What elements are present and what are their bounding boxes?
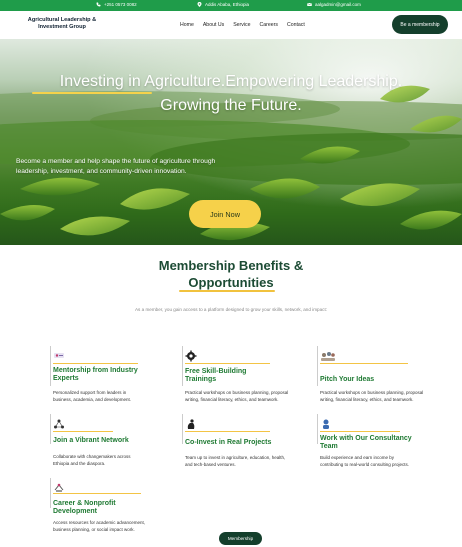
email-icon <box>307 2 312 7</box>
benefit-card-training[interactable]: Free Skill-Building Trainings Practical … <box>185 349 305 409</box>
card-desc-line-2: and tech-based ventures. <box>185 461 236 467</box>
card-title: Join a Vibrant Network <box>53 437 129 444</box>
card-title: Career & Nonprofit Development <box>53 500 116 515</box>
card-title-line-2: Experts <box>53 374 79 382</box>
card-desc-line-2: Ethiopia and the diaspora. <box>53 460 106 466</box>
card-description: Collaborate with changemakers across Eth… <box>53 454 131 467</box>
location-text: Addis Ababa, Ethiopia <box>205 2 250 7</box>
network-icon <box>53 417 65 429</box>
nav-item-contact[interactable]: Contact <box>287 22 305 28</box>
benefit-card-network[interactable]: Join a Vibrant Network Collaborate with … <box>53 417 153 467</box>
benefit-card-invest[interactable]: Co-Invest in Real Projects Team up to in… <box>185 417 305 467</box>
hero-title: Investing in Agriculture.Empowering Lead… <box>0 70 462 118</box>
card-desc-line-2: contributing to real-world consulting pr… <box>320 461 410 467</box>
card-desc-line-2: writing, financial literacy, ethics, and… <box>185 396 279 402</box>
card-desc-line-2: writing, financial literacy, ethics, and… <box>320 396 414 402</box>
section-title-underline <box>179 290 275 292</box>
card-description: Build experience and earn income by cont… <box>320 455 409 468</box>
benefit-card-mentorship[interactable]: Mentorship from Industry Experts Persona… <box>53 349 153 409</box>
card-title-line-2: Development <box>53 507 97 515</box>
card-description: Practical workshops on business planning… <box>320 390 423 403</box>
card-title: Mentorship from Industry Experts <box>53 367 138 382</box>
membership-button[interactable]: Membership <box>219 532 262 545</box>
card-accent-line <box>53 493 141 494</box>
card-title-line-1: Work with Our Consultancy <box>320 435 412 442</box>
card-desc-line-1: Access resources for academic advancemen… <box>53 520 146 525</box>
card-title: Free Skill-Building Trainings <box>185 368 246 383</box>
hero-title-line-1: Investing in Agriculture.Empowering Lead… <box>59 73 403 90</box>
card-accent-line <box>320 431 400 432</box>
logo-line-1: Agricultural Leadership & <box>27 17 97 23</box>
card-desc-line-1: Collaborate with changemakers across <box>53 454 131 459</box>
nav-item-about[interactable]: About Us <box>203 22 224 28</box>
card-desc-line-1: Personalized support from leaders in <box>53 390 127 395</box>
card-title-line-2: Trainings <box>185 375 217 383</box>
pitch-icon <box>320 349 336 361</box>
phone-contact[interactable]: +251 0573 0082 <box>96 2 137 7</box>
card-divider <box>182 414 183 444</box>
card-desc-line-1: Team up to invest in agriculture, educat… <box>185 455 286 460</box>
logo-line-2: Investment Group <box>38 24 86 30</box>
section-title-line-1: Membership Benefits & <box>158 258 304 273</box>
card-divider <box>50 478 51 508</box>
card-accent-line <box>185 363 270 364</box>
card-divider <box>50 414 51 444</box>
main-navbar: Agricultural Leadership & Investment Gro… <box>0 11 462 39</box>
location-pin-icon <box>197 2 202 7</box>
card-title-line-2: Team <box>320 442 338 450</box>
join-now-button[interactable]: Join Now <box>189 200 261 228</box>
nav-item-home[interactable]: Home <box>180 22 194 28</box>
card-divider <box>317 414 318 444</box>
nav-item-service[interactable]: Service <box>233 22 250 28</box>
phone-text: +251 0573 0082 <box>104 2 137 7</box>
mentorship-icon <box>53 349 65 361</box>
card-title: Pitch Your Ideas <box>320 376 375 383</box>
nav-menu: Home About Us Service Careers Contact <box>180 22 305 28</box>
training-gear-icon <box>185 349 197 362</box>
hero-subtitle-line-1: Become a member and help shape the futur… <box>16 158 216 165</box>
card-accent-line <box>53 431 113 432</box>
card-title-line-1: Free Skill-Building <box>185 368 247 375</box>
hero-section: Investing in Agriculture.Empowering Lead… <box>0 39 462 245</box>
card-description: Practical workshops on business planning… <box>185 390 288 403</box>
card-divider <box>50 346 51 386</box>
section-title: Membership Benefits & Opportunities <box>0 257 462 291</box>
section-title-line-2: Opportunities <box>188 275 274 290</box>
card-accent-line <box>320 363 408 364</box>
card-desc-line-1: Practical workshops on business planning… <box>185 390 289 395</box>
card-title: Work with Our Consultancy Team <box>320 435 412 450</box>
card-description: Team up to invest in agriculture, educat… <box>185 455 285 468</box>
card-desc-line-2: business, academia, and development. <box>53 396 132 402</box>
card-divider <box>182 346 183 386</box>
card-accent-line <box>185 431 270 432</box>
benefit-card-consultancy[interactable]: Work with Our Consultancy Team Build exp… <box>320 417 440 467</box>
hero-title-line-2: Growing the Future. <box>160 97 302 114</box>
card-title-line-1: Career & Nonprofit <box>53 500 116 507</box>
hero-subtitle-line-2: leadership, investment, and community-dr… <box>16 168 187 175</box>
card-title-line-1: Mentorship from Industry <box>53 367 138 374</box>
card-desc-line-1: Practical workshops on business planning… <box>320 390 424 395</box>
phone-icon <box>96 2 101 7</box>
benefit-card-career[interactable]: Career & Nonprofit Development Access re… <box>53 481 163 533</box>
invest-icon <box>185 417 197 429</box>
benefit-card-pitch[interactable]: Pitch Your Ideas Practical workshops on … <box>320 349 440 409</box>
nav-item-careers[interactable]: Careers <box>260 22 278 28</box>
location-contact: Addis Ababa, Ethiopia <box>197 2 249 7</box>
email-contact[interactable]: aalgadmin@gmail.com <box>307 2 361 7</box>
card-description: Access resources for academic advancemen… <box>53 520 145 533</box>
section-subtitle: As a member, you gain access to a platfo… <box>134 307 327 312</box>
membership-cta-button[interactable]: Be a membership <box>392 15 448 34</box>
card-divider <box>317 346 318 386</box>
top-contact-bar: +251 0573 0082 Addis Ababa, Ethiopia aal… <box>0 0 462 11</box>
email-text: aalgadmin@gmail.com <box>315 2 361 7</box>
hero-subtitle: Become a member and help shape the futur… <box>16 157 276 177</box>
card-description: Personalized support from leaders in bus… <box>53 390 131 403</box>
card-title: Co-Invest in Real Projects <box>185 439 272 446</box>
career-icon <box>53 481 65 493</box>
consultancy-icon <box>320 417 332 429</box>
card-desc-line-2: business planning, or social impact work… <box>53 526 135 532</box>
card-accent-line <box>53 363 138 364</box>
hero-title-underline <box>32 92 152 94</box>
site-logo[interactable]: Agricultural Leadership & Investment Gro… <box>17 17 107 31</box>
